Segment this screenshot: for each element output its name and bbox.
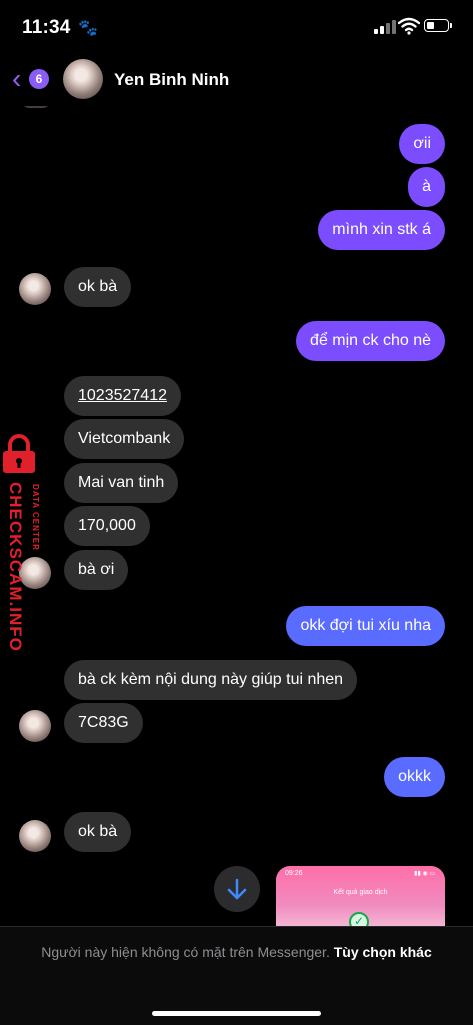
- sender-avatar[interactable]: [19, 820, 51, 852]
- message-bubble-outgoing[interactable]: mình xin stk á: [318, 210, 445, 250]
- cellular-signal-icon: [374, 20, 396, 34]
- sender-avatar[interactable]: [19, 557, 51, 589]
- message-bubble-incoming[interactable]: Mai van tinh: [64, 463, 179, 503]
- message-bubble-incoming[interactable]: bà ck kèm nội dung này giúp tui nhen: [64, 660, 358, 700]
- arrow-down-icon: [227, 878, 247, 900]
- battery-icon: [424, 19, 452, 32]
- message-bubble-incoming[interactable]: bà ơi: [64, 550, 129, 590]
- watermark: CHECKSCAM.INFO DATA CENTER: [0, 432, 52, 667]
- watermark-subtitle: DATA CENTER: [31, 484, 40, 551]
- message-bubble-incoming-account-number[interactable]: 1023527412: [64, 376, 181, 416]
- lock-icon: [3, 434, 35, 473]
- sender-avatar[interactable]: [19, 273, 51, 305]
- message-bubble-incoming[interactable]: ok bà: [64, 812, 132, 852]
- home-indicator[interactable]: [152, 1011, 321, 1016]
- messenger-footer: Người này hiện không có mặt trên Messeng…: [0, 926, 473, 1025]
- preview-status-icons: ▮▮ ◉ ▭: [414, 871, 435, 877]
- conversation-header: ‹ 6 Yen Binh Ninh: [0, 56, 473, 106]
- contact-name[interactable]: Yen Binh Ninh: [114, 70, 229, 90]
- message-bubble-incoming[interactable]: ok bà: [64, 267, 132, 307]
- message-bubble-outgoing[interactable]: à: [408, 167, 445, 207]
- preview-time: 09:26: [285, 870, 303, 877]
- more-options-link[interactable]: Tùy chọn khác: [334, 944, 432, 960]
- message-bubble-incoming[interactable]: 7C83G: [64, 703, 143, 743]
- status-time: 11:34: [22, 17, 71, 38]
- message-bubble-outgoing[interactable]: để mịn ck cho nè: [296, 321, 445, 361]
- message-bubble-outgoing[interactable]: okkk: [384, 757, 445, 797]
- preview-title: Kết quả giao dịch: [333, 889, 388, 896]
- message-bubble-incoming[interactable]: Vietcombank: [64, 419, 185, 459]
- contact-avatar[interactable]: [63, 59, 103, 99]
- paw-icon: 🐾: [78, 20, 98, 37]
- status-bar: 11:34 🐾: [0, 0, 473, 56]
- sender-avatar[interactable]: [19, 710, 51, 742]
- scroll-to-bottom-button[interactable]: [214, 866, 260, 912]
- footer-notice: Người này hiện không có mặt trên Messeng…: [30, 942, 443, 962]
- message-bubble-outgoing[interactable]: okk đợi tui xíu nha: [286, 606, 445, 646]
- unread-count-badge[interactable]: 6: [29, 69, 49, 89]
- message-bubble-incoming[interactable]: 170,000: [64, 506, 150, 546]
- chevron-left-icon[interactable]: ‹: [12, 65, 21, 93]
- unavailable-notice: Người này hiện không có mặt trên Messeng…: [41, 944, 330, 960]
- wifi-icon: [398, 17, 420, 35]
- message-bubble-outgoing[interactable]: ơii: [399, 124, 445, 164]
